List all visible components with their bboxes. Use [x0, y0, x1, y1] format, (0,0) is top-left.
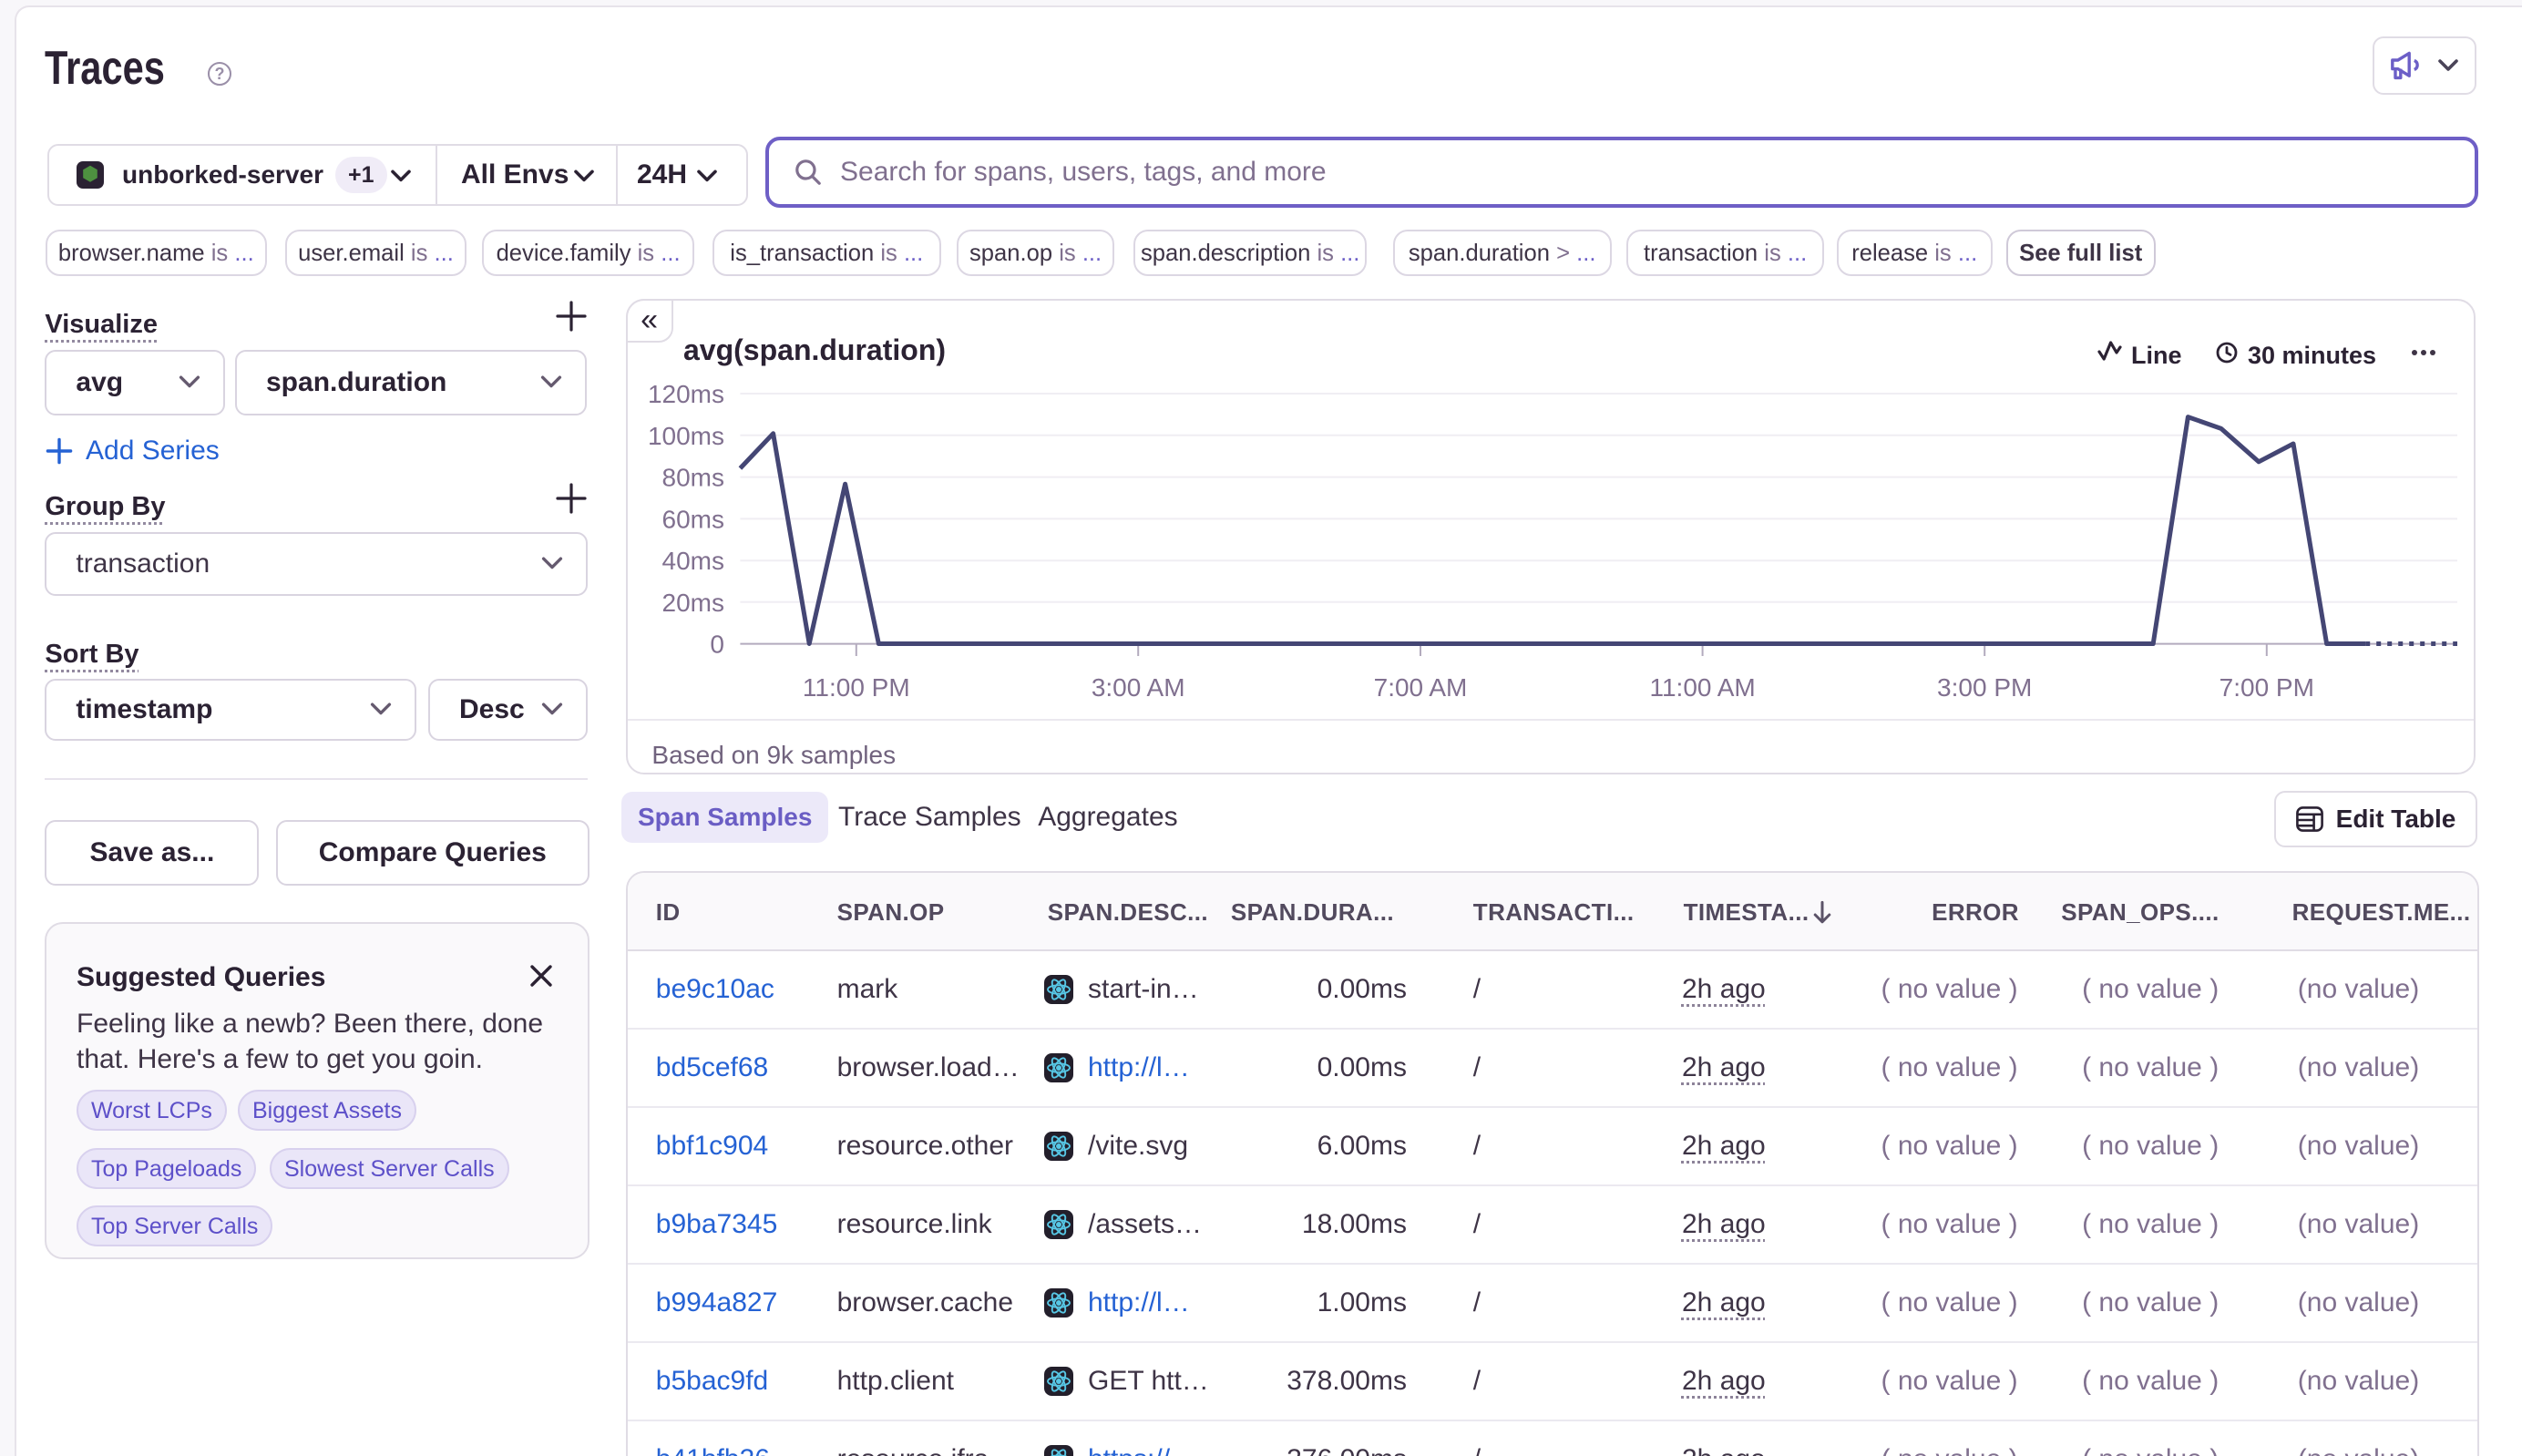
svg-text:11:00 AM: 11:00 AM: [1649, 673, 1755, 702]
svg-text:7:00 AM: 7:00 AM: [1373, 673, 1467, 702]
svg-text:100ms: 100ms: [648, 422, 724, 450]
svg-text:60ms: 60ms: [661, 505, 723, 533]
svg-text:0: 0: [710, 631, 724, 659]
svg-text:20ms: 20ms: [661, 589, 723, 617]
svg-text:40ms: 40ms: [661, 547, 723, 575]
svg-text:Based on 9k samples: Based on 9k samples: [651, 741, 896, 769]
svg-text:3:00 AM: 3:00 AM: [1091, 673, 1184, 702]
svg-text:80ms: 80ms: [661, 464, 723, 492]
svg-text:11:00 PM: 11:00 PM: [803, 673, 910, 702]
svg-text:3:00 PM: 3:00 PM: [1937, 673, 2032, 702]
svg-text:7:00 PM: 7:00 PM: [2219, 673, 2313, 702]
svg-text:120ms: 120ms: [648, 380, 724, 408]
